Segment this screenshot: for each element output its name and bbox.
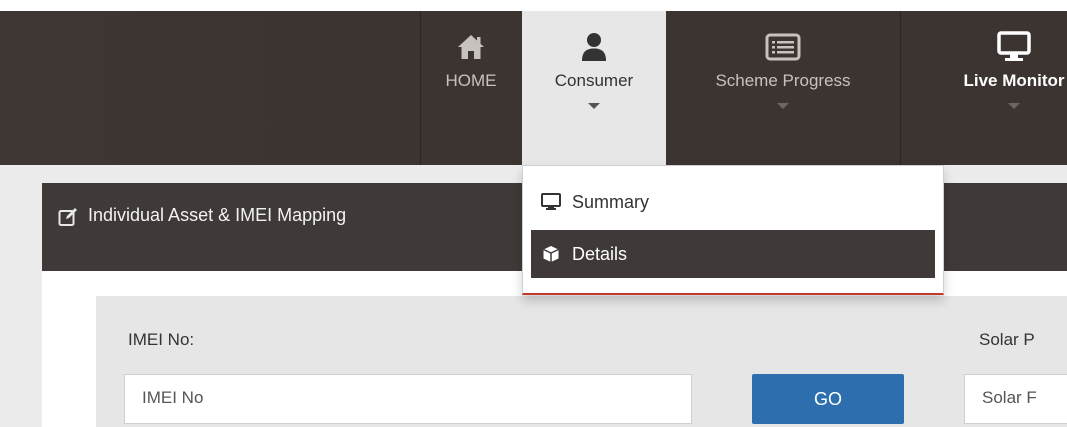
nav-item-label: Scheme Progress [715, 71, 851, 90]
desktop-icon [540, 191, 562, 213]
nav-item-label: Live Monitor [963, 71, 1065, 90]
imei-input[interactable]: IMEI No [124, 374, 692, 424]
user-icon [580, 31, 608, 63]
search-form: IMEI No: IMEI No GO Solar P Solar F [96, 296, 1067, 427]
nav-item-label: Consumer [554, 71, 634, 90]
solar-pump-label: Solar P [979, 330, 1035, 349]
home-icon [456, 31, 486, 63]
list-icon [765, 31, 801, 63]
edit-icon [58, 207, 78, 232]
go-button[interactable]: GO [752, 374, 904, 424]
dropdown-item-label: Summary [572, 191, 650, 212]
consumer-dropdown-menu: Summary Details [522, 165, 944, 295]
top-navbar: HOME Consumer Scheme Progress Live Monit… [0, 11, 1067, 165]
brand-area [0, 11, 380, 165]
page: HOME Consumer Scheme Progress Live Monit… [0, 0, 1067, 427]
chevron-down-icon [1008, 103, 1020, 109]
nav-item-consumer[interactable]: Consumer [522, 11, 666, 165]
imei-label: IMEI No: [128, 330, 195, 349]
cube-icon [540, 243, 562, 265]
dropdown-item-label: Details [572, 243, 628, 264]
nav-item-live-monitor[interactable]: Live Monitor [901, 11, 1067, 165]
dropdown-item-details[interactable]: Details [531, 230, 935, 278]
nav-item-home[interactable]: HOME [421, 11, 521, 165]
dropdown-item-summary[interactable]: Summary [531, 178, 935, 226]
monitor-icon [997, 31, 1031, 63]
nav-item-label: HOME [445, 71, 497, 90]
solar-pump-input[interactable]: Solar F [964, 374, 1067, 424]
nav-item-scheme-progress[interactable]: Scheme Progress [670, 11, 896, 165]
chevron-down-icon [777, 103, 789, 109]
top-strip [0, 0, 1067, 11]
chevron-down-icon [588, 103, 600, 109]
panel-title: Individual Asset & IMEI Mapping [88, 205, 347, 225]
